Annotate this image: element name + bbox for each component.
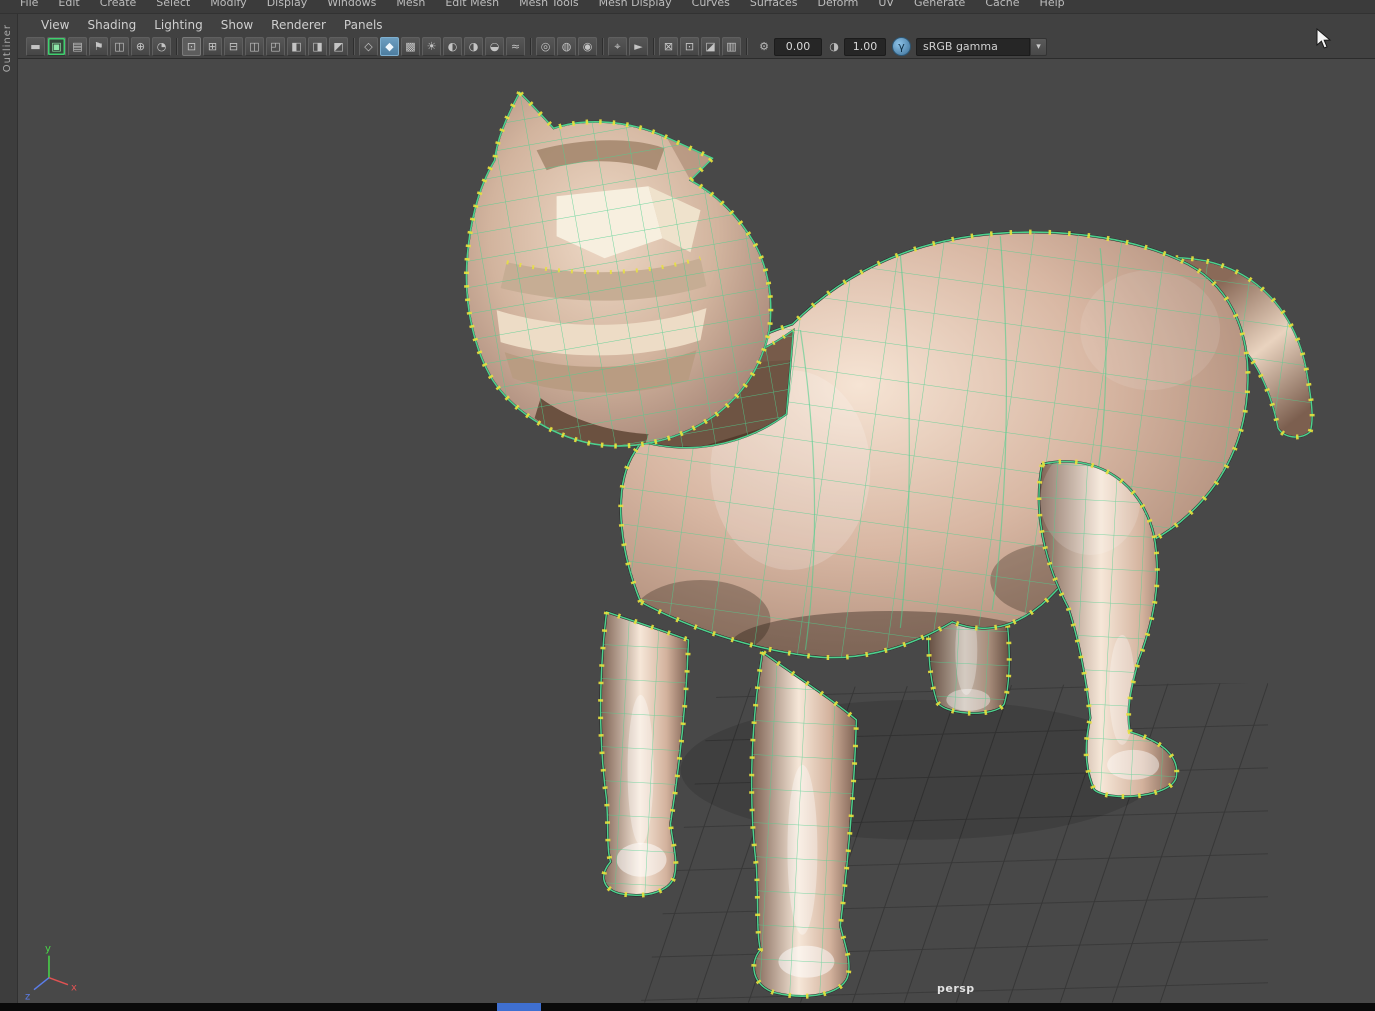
camera-icon[interactable]: ▤ <box>68 37 87 56</box>
menu-item[interactable]: Curves <box>682 0 740 9</box>
cat-model[interactable] <box>466 92 1312 996</box>
menu-item[interactable]: Edit Mesh <box>435 0 509 9</box>
exposure-icon[interactable]: ⚙ <box>756 38 772 56</box>
wireframe-on-shaded-icon[interactable]: ◉ <box>578 37 597 56</box>
panel-menu-item[interactable]: Show <box>212 18 262 32</box>
single-pane-layout-icon[interactable]: ⊡ <box>182 37 201 56</box>
bookmark-view-icon[interactable]: ◪ <box>701 37 720 56</box>
frame-all-icon[interactable]: ⊠ <box>659 37 678 56</box>
menu-item[interactable]: Edit <box>48 0 89 9</box>
menu-item[interactable]: UV <box>868 0 904 9</box>
toolbar-separator <box>176 38 177 55</box>
shadows-icon[interactable]: ◐ <box>443 37 462 56</box>
axis-y-label: y <box>45 944 51 955</box>
motion-blur-icon[interactable]: ◒ <box>485 37 504 56</box>
grease-pencil-icon[interactable]: ▣ <box>47 37 66 56</box>
ui-toggle-icon[interactable]: ▬ <box>26 37 45 56</box>
xray-icon[interactable]: ◍ <box>557 37 576 56</box>
menu-item[interactable]: Mesh <box>386 0 435 9</box>
cat-front-leg-far[interactable] <box>752 652 857 996</box>
graph-persp-layout-icon[interactable]: ◨ <box>308 37 327 56</box>
toolbar-separator <box>653 38 654 55</box>
menu-item[interactable]: Surfaces <box>740 0 808 9</box>
menu-item[interactable]: Select <box>146 0 200 9</box>
bookmark-icon[interactable]: ⚑ <box>89 37 108 56</box>
ground-grid <box>640 682 1269 1003</box>
toolbar-separator <box>746 38 747 55</box>
ambient-occlusion-icon[interactable]: ◑ <box>464 37 483 56</box>
outliner-persp-layout-icon[interactable]: ◧ <box>287 37 306 56</box>
four-pane-layout-icon[interactable]: ⊞ <box>203 37 222 56</box>
menu-item[interactable]: File <box>10 0 48 9</box>
menu-item[interactable]: Windows <box>317 0 386 9</box>
toolbar-separator <box>602 38 603 55</box>
menu-item[interactable]: Help <box>1030 0 1075 9</box>
pan-zoom-icon[interactable]: ⊕ <box>131 37 150 56</box>
left-panel-strip: Outliner <box>0 14 18 1003</box>
two-pane-stacked-layout-icon[interactable]: ⊟ <box>224 37 243 56</box>
menu-item[interactable]: Mesh Display <box>589 0 682 9</box>
panel-menu-item[interactable]: Renderer <box>262 18 335 32</box>
object-select-icon[interactable]: ⌖ <box>608 37 627 56</box>
menu-item[interactable]: Deform <box>807 0 868 9</box>
exposure-field[interactable]: 0.00 <box>774 37 822 56</box>
three-pane-layout-icon[interactable]: ◰ <box>266 37 285 56</box>
frame-selection-icon[interactable]: ⊡ <box>680 37 699 56</box>
lasso-select-icon[interactable]: ► <box>629 37 648 56</box>
shaded-mode-icon[interactable]: ◆ <box>380 37 399 56</box>
menu-item[interactable]: Display <box>257 0 318 9</box>
panel-menu-item[interactable]: Lighting <box>145 18 212 32</box>
two-pane-side-layout-icon[interactable]: ◫ <box>245 37 264 56</box>
menu-item[interactable]: Modify <box>200 0 256 9</box>
menu-item[interactable]: Cache <box>975 0 1029 9</box>
axis-z-label: z <box>25 992 30 1003</box>
colorspace-value: sRGB gamma <box>916 37 1030 56</box>
wireframe-mode-icon[interactable]: ◇ <box>359 37 378 56</box>
bottom-accent-bar <box>497 1003 541 1011</box>
annotate-pencil-icon[interactable]: ◔ <box>152 37 171 56</box>
toolbar-separator <box>530 38 531 55</box>
menu-item[interactable]: Generate <box>904 0 975 9</box>
all-lights-icon[interactable]: ☀ <box>422 37 441 56</box>
panel-menu-item[interactable]: Panels <box>335 18 392 32</box>
chevron-down-icon[interactable]: ▾ <box>1030 37 1047 56</box>
menu-item[interactable]: Mesh Tools <box>509 0 589 9</box>
panel-menu-item[interactable]: View <box>32 18 78 32</box>
cat-head[interactable] <box>466 92 770 458</box>
snapshot-icon[interactable]: ▥ <box>722 37 741 56</box>
color-management-toggle-icon[interactable]: γ <box>892 37 911 56</box>
axis-triad: y x z <box>25 944 77 1003</box>
axis-x-label: x <box>71 983 77 994</box>
main-menubar: File Edit Create Select Modify Display Windows… <box>0 0 1375 14</box>
outliner-tab[interactable]: Outliner <box>2 24 13 72</box>
viewport[interactable]: y x z persp <box>18 59 1375 1003</box>
bottom-bar <box>0 1003 1375 1011</box>
menu-item[interactable]: Create <box>90 0 147 9</box>
anti-aliasing-icon[interactable]: ≈ <box>506 37 525 56</box>
hypershade-persp-layout-icon[interactable]: ◩ <box>329 37 348 56</box>
textured-mode-icon[interactable]: ▩ <box>401 37 420 56</box>
panel-toolbar: ▬ ▣ ▤ ⚑ ◫ ⊕ ◔ ⊡ ⊞ ⊟ ◫ ◰ ◧ ◨ ◩ ◇ ◆ ▩ ☀ ◐ ◑ ◒ ≈ ◎ ◍ ◉ ⌖ ► ⊠ ⊡ ◪ ▥ ⚙ … <box>18 35 1375 59</box>
cat-front-leg-near[interactable] <box>601 612 689 895</box>
toolbar-separator <box>353 38 354 55</box>
gamma-field[interactable]: 1.00 <box>844 37 886 56</box>
camera-label: persp <box>937 982 975 995</box>
panel-menu-item[interactable]: Shading <box>78 18 145 32</box>
gamma-icon[interactable]: ◑ <box>826 38 842 56</box>
colorspace-dropdown[interactable]: sRGB gamma ▾ <box>916 37 1047 56</box>
viewport-canvas[interactable]: y x z <box>18 59 1375 1003</box>
isolate-select-icon[interactable]: ◎ <box>536 37 555 56</box>
image-plane-icon[interactable]: ◫ <box>110 37 129 56</box>
panel-menubar: View Shading Lighting Show Renderer Panels <box>18 14 1375 35</box>
